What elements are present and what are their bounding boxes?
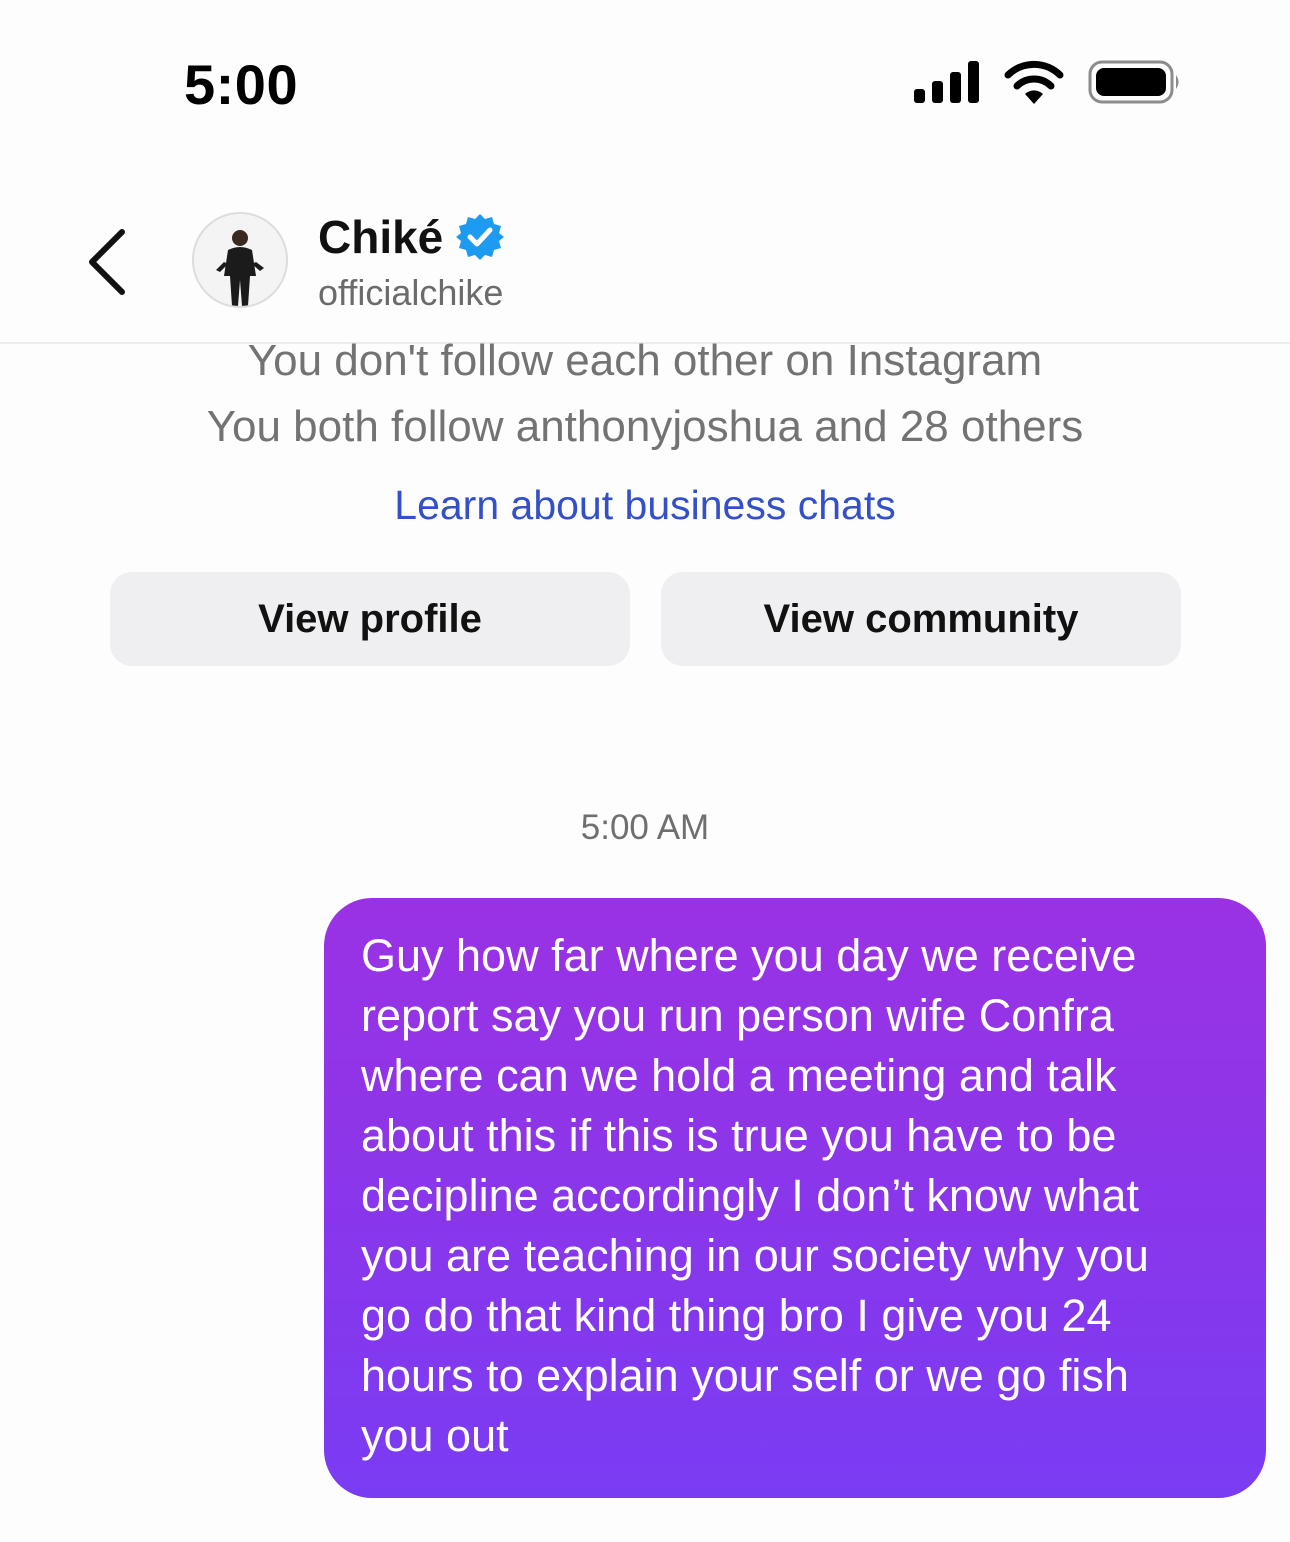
learn-business-chats-link[interactable]: Learn about business chats xyxy=(0,482,1290,529)
status-icons xyxy=(914,60,1182,104)
verified-badge-icon xyxy=(456,214,505,260)
message-line: hours to explain your self or we go fish xyxy=(361,1350,1129,1401)
signal-icon xyxy=(914,61,979,103)
follow-status-text: You don't follow each other on Instagram xyxy=(247,336,1043,385)
message-line: report say you run person wife Confra xyxy=(361,990,1114,1041)
message-line: decipline accordingly I don’t know what xyxy=(361,1170,1139,1221)
dm-screen: 5:00 Chiké officialchike You don't follo… xyxy=(0,0,1290,1542)
contact-username: officialchike xyxy=(318,272,504,313)
avatar-person-image xyxy=(194,214,286,306)
chat-header: Chiké officialchike xyxy=(0,180,1290,344)
status-time: 5:00 xyxy=(184,53,299,116)
view-community-button[interactable]: View community xyxy=(661,572,1181,666)
sent-message-bubble[interactable]: Guy how far where you day we receive rep… xyxy=(324,898,1266,1498)
message-line: where can we hold a meeting and talk xyxy=(361,1050,1117,1101)
contact-name-text: Chiké xyxy=(318,211,444,263)
message-line: Guy how far where you day we receive xyxy=(361,930,1137,981)
message-line: about this if this is true you have to b… xyxy=(361,1110,1117,1161)
chevron-left-icon xyxy=(89,229,125,295)
message-line: you out xyxy=(361,1410,509,1461)
battery-icon xyxy=(1088,60,1179,104)
mutual-follow-text: You both follow anthonyjoshua and 28 oth… xyxy=(206,402,1084,451)
avatar[interactable] xyxy=(192,212,288,308)
message-line: go do that kind thing bro I give you 24 xyxy=(361,1290,1112,1341)
view-profile-button[interactable]: View profile xyxy=(110,572,630,666)
back-button[interactable] xyxy=(80,224,140,300)
wifi-icon xyxy=(1004,60,1064,104)
contact-name[interactable]: Chiké xyxy=(318,210,505,264)
message-timestamp: 5:00 AM xyxy=(580,808,710,847)
message-line: you are teaching in our society why you xyxy=(361,1230,1149,1281)
